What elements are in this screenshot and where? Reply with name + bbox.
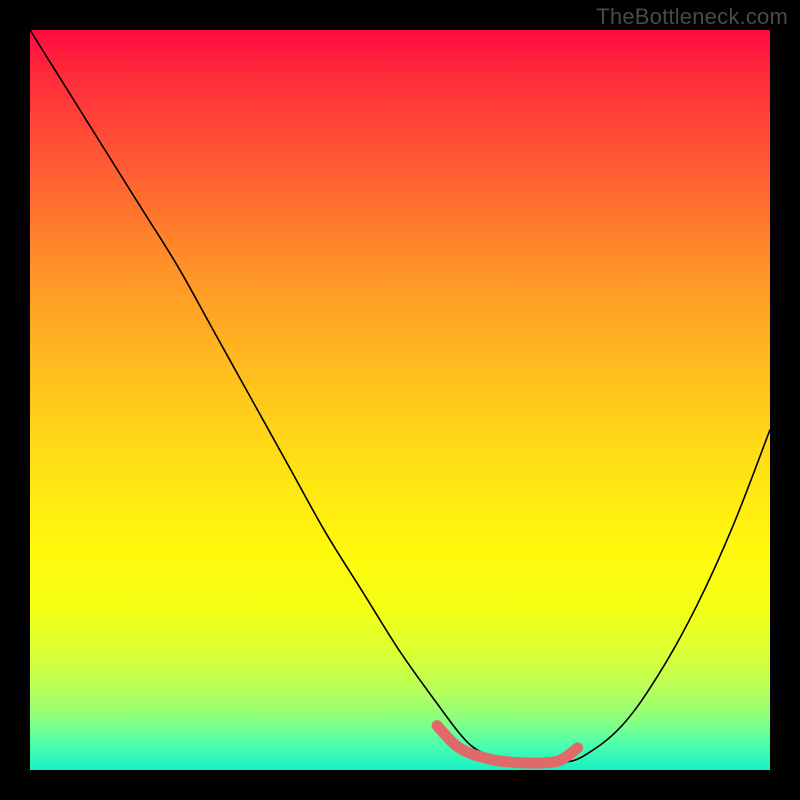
bottleneck-curve-svg [30,30,770,770]
plot-area [30,30,770,770]
bottleneck-curve-path [30,30,770,763]
watermark-text: TheBottleneck.com [596,4,788,30]
chart-frame: TheBottleneck.com [0,0,800,800]
